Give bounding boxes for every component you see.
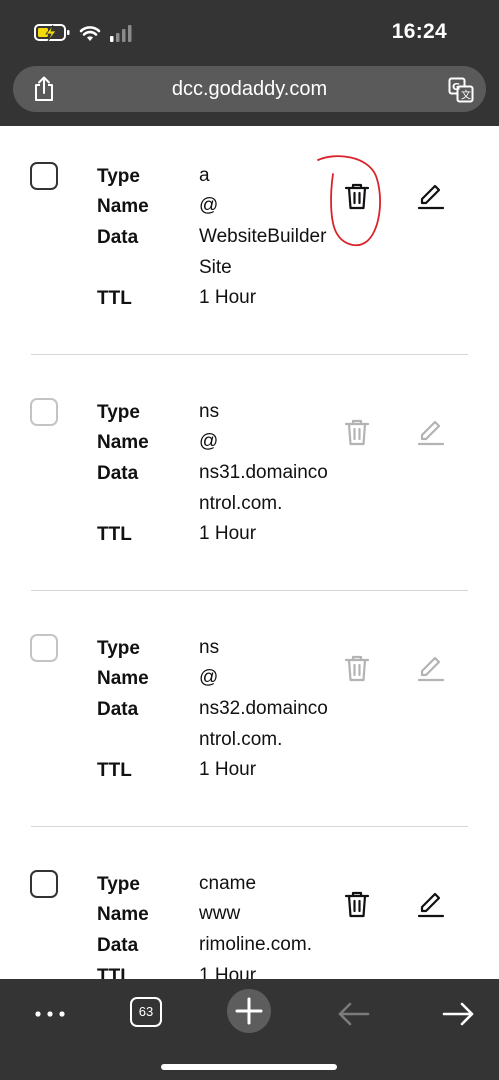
- record-divider: [31, 354, 468, 355]
- type-value: cname: [199, 873, 257, 894]
- pencil-icon: [417, 420, 445, 446]
- data-label: Data: [97, 699, 139, 720]
- status-time: 16:24: [391, 20, 447, 43]
- plus-icon[interactable]: [226, 988, 272, 1034]
- more-dots-icon[interactable]: [28, 992, 72, 1036]
- arrow-right-icon[interactable]: [436, 992, 480, 1036]
- pencil-icon[interactable]: [415, 888, 447, 920]
- trash-icon[interactable]: [341, 180, 373, 212]
- record-checkbox[interactable]: [30, 162, 58, 190]
- ttl-value: 1 Hour: [199, 965, 257, 979]
- name-label: Name: [97, 668, 149, 689]
- share-icon[interactable]: [31, 76, 57, 102]
- svg-text:文: 文: [461, 89, 471, 102]
- type-label: Type: [97, 402, 140, 423]
- home-indicator: [161, 1064, 337, 1070]
- name-label: Name: [97, 904, 149, 925]
- dns-record-a: Type a Name @ Data WebsiteBuilder Site T…: [0, 126, 499, 362]
- record-divider: [31, 590, 468, 591]
- dns-records-list[interactable]: Type a Name @ Data WebsiteBuilder Site T…: [0, 126, 499, 979]
- type-label: Type: [97, 638, 140, 659]
- dns-record-ns: Type ns Name @ Data ns31.domaincontrol.c…: [0, 362, 499, 598]
- tab-count-button[interactable]: 63: [130, 997, 162, 1027]
- trash-icon: [344, 655, 370, 682]
- data-value: ns31.domaincontrol.com.: [199, 462, 328, 514]
- record-checkbox[interactable]: [30, 398, 58, 426]
- type-value: a: [199, 165, 210, 186]
- ttl-value: 1 Hour: [199, 759, 257, 780]
- translate-icon[interactable]: G 文: [448, 77, 474, 103]
- url-field[interactable]: dcc.godaddy.com G 文: [13, 66, 486, 112]
- arrow-left-icon: [338, 1002, 370, 1026]
- name-value: @: [199, 431, 219, 452]
- status-bar: 16:24: [0, 0, 499, 62]
- address-bar: dcc.godaddy.com G 文: [0, 62, 499, 126]
- ttl-label: TTL: [97, 288, 132, 309]
- ttl-label: TTL: [97, 524, 132, 545]
- ttl-label: TTL: [97, 966, 132, 979]
- record-checkbox[interactable]: [30, 870, 58, 898]
- url-text[interactable]: dcc.godaddy.com: [73, 78, 426, 101]
- name-value: www: [199, 903, 241, 924]
- wifi-icon: [79, 26, 101, 41]
- ttl-value: 1 Hour: [199, 287, 257, 308]
- record-checkbox[interactable]: [30, 634, 58, 662]
- type-label: Type: [97, 874, 140, 895]
- type-label: Type: [97, 166, 140, 187]
- dns-record-ns: Type ns Name @ Data ns32.domaincontrol.c…: [0, 598, 499, 834]
- data-value: rimoline.com.: [199, 934, 312, 955]
- name-label: Name: [97, 432, 149, 453]
- pencil-icon[interactable]: [415, 180, 447, 212]
- cellular-signal-icon: [110, 25, 132, 42]
- dns-record-cname: Type cname Name www Data rimoline.com. T…: [0, 834, 499, 979]
- name-label: Name: [97, 196, 149, 217]
- data-label: Data: [97, 227, 139, 248]
- trash-icon: [344, 419, 370, 446]
- trash-icon[interactable]: [341, 888, 373, 920]
- ttl-value: 1 Hour: [199, 523, 257, 544]
- svg-text:G: G: [452, 82, 460, 93]
- status-icons: [34, 24, 132, 42]
- record-divider: [31, 826, 468, 827]
- type-value: ns: [199, 637, 220, 658]
- data-value: ns32.domaincontrol.com.: [199, 698, 328, 750]
- data-value: WebsiteBuilder Site: [199, 226, 327, 278]
- name-value: @: [199, 195, 219, 216]
- pencil-icon: [417, 656, 445, 682]
- data-label: Data: [97, 463, 139, 484]
- name-value: @: [199, 667, 219, 688]
- battery-charging-icon: [34, 24, 70, 42]
- type-value: ns: [199, 401, 220, 422]
- ttl-label: TTL: [97, 760, 132, 781]
- data-label: Data: [97, 935, 139, 956]
